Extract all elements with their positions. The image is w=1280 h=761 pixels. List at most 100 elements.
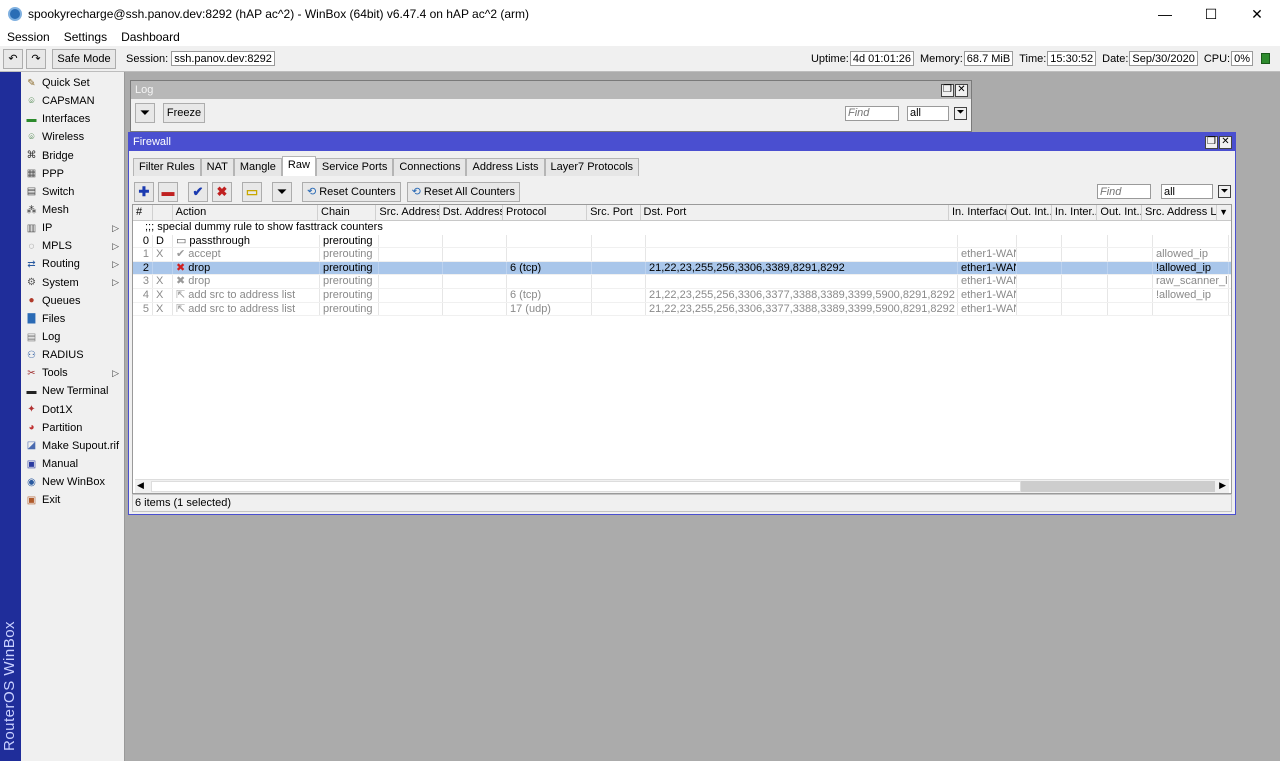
firewall-close-button[interactable]: ✕ <box>1219 135 1232 149</box>
maximize-button[interactable]: ☐ <box>1188 0 1234 28</box>
column-header[interactable]: Dst. Port <box>641 205 949 220</box>
column-header[interactable]: In. Interface <box>949 205 1008 220</box>
table-row[interactable]: 4 X ⇱ add src to address list prerouting 6 (t… <box>133 288 1231 303</box>
column-header[interactable]: Src. Address L <box>1142 205 1218 220</box>
column-chooser-icon[interactable]: ▼ <box>1217 205 1231 220</box>
close-button[interactable]: ✕ <box>1234 0 1280 28</box>
column-header[interactable]: In. Inter... <box>1052 205 1098 220</box>
minus-icon: ▬ <box>161 184 175 199</box>
table-row[interactable]: 0 D ▭ passthrough prerouting <box>133 234 1231 249</box>
tab-nat[interactable]: NAT <box>200 158 234 176</box>
sidebar-item-interfaces[interactable]: ▬ Interfaces <box>23 110 125 128</box>
sidebar-item-mpls[interactable]: ◌ MPLS ▷ <box>23 237 125 255</box>
tab-raw[interactable]: Raw <box>281 156 316 176</box>
tab-connections[interactable]: Connections <box>393 158 467 176</box>
tab-mangle[interactable]: Mangle <box>233 158 282 176</box>
column-header[interactable] <box>153 205 173 220</box>
column-header[interactable]: # <box>133 205 153 220</box>
sidebar-item-quick-set[interactable]: ✎ Quick Set <box>23 74 125 92</box>
redo-button[interactable]: ↷ <box>26 48 46 69</box>
add-rule-button[interactable]: ✚ <box>134 181 154 202</box>
table-row[interactable]: 1 X ✔ accept prerouting ether1-WAN allowed_ip <box>133 248 1231 262</box>
sidebar-item-manual[interactable]: ▣ Manual <box>23 455 125 473</box>
sidebar-item-make-supout-rif[interactable]: ◪ Make Supout.rif <box>23 437 125 455</box>
add-list-icon: ⇱ <box>176 288 186 301</box>
sidebar-item-new-winbox[interactable]: ◉ New WinBox <box>23 473 125 491</box>
menu-settings[interactable]: Settings <box>57 30 114 44</box>
firewall-filter-select[interactable]: all <box>1161 184 1213 199</box>
sidebar-item-new-terminal[interactable]: ▬ New Terminal <box>23 382 125 400</box>
rule-comment: ;;; special dummy rule to show fasttrack… <box>145 221 383 233</box>
sidebar-item-bridge[interactable]: ⌘ Bridge <box>23 147 125 165</box>
scroll-thumb[interactable] <box>1021 481 1215 492</box>
column-header[interactable]: Out. Int... <box>1007 205 1052 220</box>
tab-address-lists[interactable]: Address Lists <box>466 158 545 176</box>
sidebar-item-ip[interactable]: ▥ IP ▷ <box>23 219 125 237</box>
minimize-button[interactable]: — <box>1142 0 1188 28</box>
tab-filter-rules[interactable]: Filter Rules <box>133 158 201 176</box>
remove-rule-button[interactable]: ▬ <box>158 181 178 202</box>
sidebar-item-label: PPP <box>42 167 65 180</box>
table-row[interactable]: 5 X ⇱ add src to address list prerouting 17 (… <box>133 302 1231 317</box>
column-header[interactable]: Protocol <box>503 205 588 220</box>
cell-in-list <box>1062 275 1108 288</box>
sidebar-item-system[interactable]: ⚙ System ▷ <box>23 274 125 292</box>
disable-rule-button[interactable]: ✖ <box>212 181 232 202</box>
sidebar-item-switch[interactable]: ▤ Switch <box>23 183 125 201</box>
column-header[interactable]: Chain <box>318 205 377 220</box>
horizontal-scrollbar[interactable]: ◀ ▶ <box>135 479 1229 493</box>
reset-all-counters-button[interactable]: ⟲ Reset All Counters <box>406 181 520 202</box>
sidebar-item-queues[interactable]: ● Queues <box>23 292 125 310</box>
sidebar-item-log[interactable]: ▤ Log <box>23 328 125 346</box>
comment-button[interactable]: ▭ <box>242 181 262 202</box>
column-header[interactable]: Out. Int... <box>1097 205 1142 220</box>
scroll-right-icon[interactable]: ▶ <box>1219 480 1226 491</box>
sidebar-item-mesh[interactable]: ⁂ Mesh <box>23 201 125 219</box>
sidebar-item-dot1x[interactable]: ✦ Dot1X <box>23 401 125 419</box>
sidebar-item-wireless[interactable]: ⌾ Wireless <box>23 128 125 146</box>
column-header[interactable]: Action <box>173 205 318 220</box>
filter-button[interactable]: ⏷ <box>272 181 292 202</box>
sidebar-item-partition[interactable]: ◕ Partition <box>23 419 125 437</box>
sidebar-item-files[interactable]: ▇ Files <box>23 310 125 328</box>
menu-session[interactable]: Session <box>0 30 57 44</box>
column-header[interactable]: Src. Port <box>587 205 641 220</box>
enable-rule-button[interactable]: ✔ <box>188 181 208 202</box>
sidebar-item-radius[interactable]: ⚇ RADIUS <box>23 346 125 364</box>
tab-service-ports[interactable]: Service Ports <box>315 158 394 176</box>
manual-icon: ▣ <box>26 458 37 470</box>
reset-counters-label: Reset Counters <box>319 185 396 198</box>
table-row[interactable]: 3 X ✖ drop prerouting ether1-WAN raw_scanner_l… <box>133 275 1231 289</box>
cell-action: ✖ drop <box>173 261 320 275</box>
log-find-input[interactable] <box>845 105 899 121</box>
sidebar-item-exit[interactable]: ▣ Exit <box>23 491 125 509</box>
cell-flag <box>153 261 173 275</box>
log-close-button[interactable]: ✕ <box>955 83 968 97</box>
cell-flag: X <box>153 302 173 316</box>
menu-dashboard[interactable]: Dashboard <box>114 30 187 44</box>
sidebar-item-tools[interactable]: ✂ Tools ▷ <box>23 364 125 382</box>
scroll-left-icon[interactable]: ◀ <box>137 480 144 491</box>
log-restore-button[interactable]: ❐ <box>941 83 954 97</box>
firewall-find-input[interactable] <box>1097 184 1151 199</box>
scroll-track[interactable] <box>151 481 1021 492</box>
firewall-restore-button[interactable]: ❐ <box>1205 135 1218 149</box>
sidebar-item-routing[interactable]: ⇄ Routing ▷ <box>23 255 125 273</box>
sidebar-item-capsman[interactable]: ⌾ CAPsMAN <box>23 92 125 110</box>
column-header[interactable]: Src. Address <box>376 205 440 220</box>
firewall-filter-dropdown-icon[interactable]: ⏷ <box>1218 185 1231 198</box>
sidebar-item-label: RADIUS <box>42 349 84 362</box>
log-filter-button[interactable]: ⏷ <box>135 103 155 123</box>
sidebar-item-label: Wireless <box>42 131 85 144</box>
log-filter-select[interactable]: all <box>907 105 949 121</box>
log-filter-dropdown-icon[interactable]: ⏷ <box>954 106 967 120</box>
safe-mode-button[interactable]: Safe Mode <box>52 48 116 69</box>
undo-button[interactable]: ↶ <box>3 48 23 69</box>
tab-layer7-protocols[interactable]: Layer7 Protocols <box>544 158 640 176</box>
column-header[interactable]: Dst. Address <box>440 205 503 220</box>
sidebar-item-ppp[interactable]: ▦ PPP <box>23 165 125 183</box>
freeze-button[interactable]: Freeze <box>163 103 205 123</box>
sidebar-item-label: Exit <box>42 494 61 507</box>
table-row[interactable]: 2 ✖ drop prerouting 6 (tcp) 21,22,23,255,256,… <box>133 261 1231 276</box>
reset-counters-button[interactable]: ⟲ Reset Counters <box>302 181 401 202</box>
